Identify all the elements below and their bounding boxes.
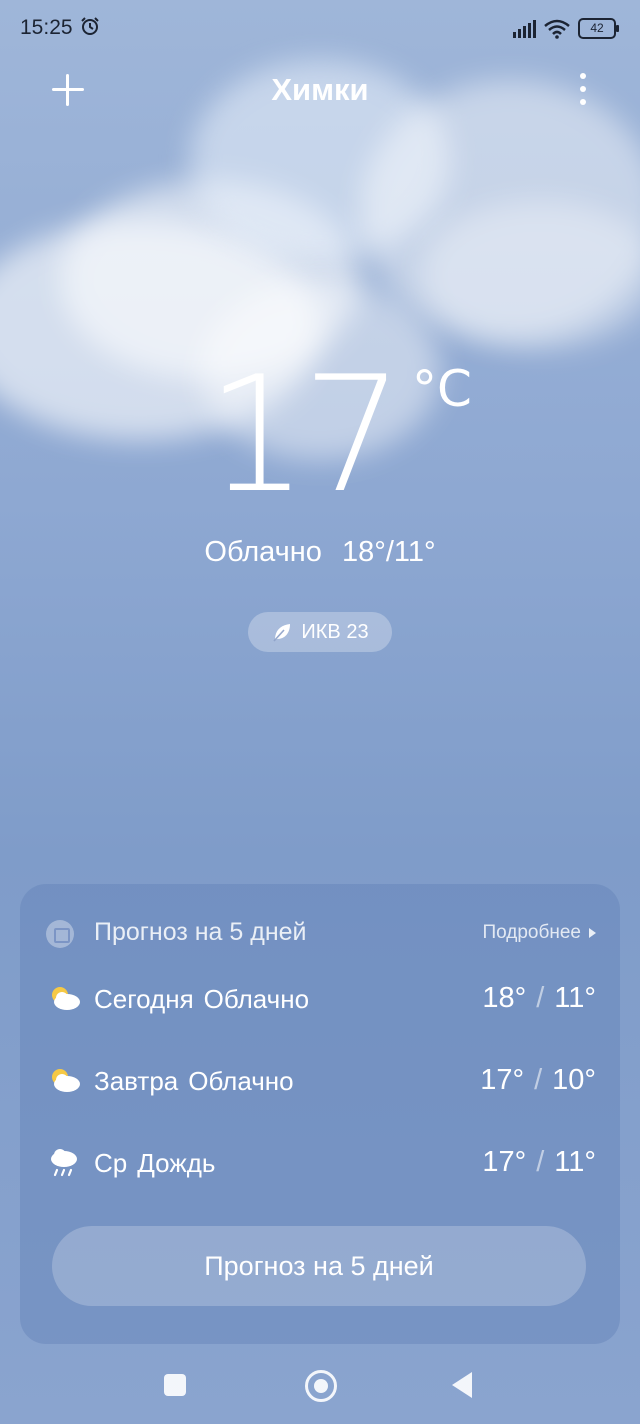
chevron-right-icon: [589, 927, 596, 938]
forecast-condition: Облачно: [188, 1066, 294, 1096]
forecast-high: 18°: [482, 982, 527, 1014]
current-condition-line: Облачно 18°/11°: [0, 536, 640, 569]
navigation-bar: [0, 1364, 640, 1408]
status-time: 15:25: [20, 16, 73, 39]
air-quality-label: ИКВ 23: [301, 620, 369, 643]
weather-screen: 15:25 42 Химки 17 °C Облачно 18°/11° ИКВ…: [0, 0, 640, 1424]
alarm-icon: [81, 17, 99, 35]
rain-icon: [51, 1149, 77, 1177]
forecast-condition: Дождь: [137, 1148, 216, 1178]
forecast-day: Ср: [94, 1148, 128, 1178]
forecast-temperatures: 17° / 10°: [480, 1064, 596, 1097]
recent-apps-button[interactable]: [164, 1374, 186, 1396]
battery-indicator: 42: [578, 18, 619, 39]
current-temperature-block: 17: [0, 340, 640, 530]
forecast-low: 10°: [552, 1064, 596, 1096]
air-quality-badge[interactable]: ИКВ 23: [248, 612, 392, 652]
forecast-high: 17°: [482, 1146, 527, 1178]
forecast-row[interactable]: Сегодня Облачно 18° / 11°: [46, 980, 596, 1020]
forecast-header: Прогноз на 5 дней Подробнее: [46, 918, 596, 948]
forecast-temperatures: 18° / 11°: [482, 982, 596, 1015]
forecast-details-link[interactable]: Подробнее: [482, 922, 596, 944]
current-temperature: 17: [206, 341, 404, 528]
wifi-icon: [544, 19, 570, 39]
five-day-forecast-button[interactable]: Прогноз на 5 дней: [52, 1226, 586, 1306]
back-button[interactable]: [452, 1372, 472, 1398]
more-dot-icon: [580, 99, 586, 105]
forecast-day-label: Ср Дождь: [94, 1148, 215, 1179]
calendar-icon: [46, 920, 74, 948]
city-title: Химки: [271, 72, 369, 107]
forecast-day: Завтра: [94, 1066, 179, 1096]
forecast-condition: Облачно: [203, 984, 310, 1014]
forecast-title: Прогноз на 5 дней: [94, 918, 307, 946]
forecast-temperatures: 17° / 11°: [482, 1146, 596, 1179]
signal-icon: [513, 19, 536, 38]
leaf-icon: [273, 624, 291, 642]
forecast-row[interactable]: Завтра Облачно 17° / 10°: [46, 1062, 596, 1102]
current-high-low: 18°/11°: [341, 536, 436, 568]
temperature-unit: °C: [412, 360, 472, 418]
status-indicators: 42: [513, 18, 619, 39]
forecast-separator: /: [536, 982, 545, 1014]
more-dot-icon: [580, 86, 586, 92]
forecast-low: 11°: [554, 1146, 596, 1178]
more-options-button[interactable]: [578, 73, 588, 105]
forecast-card: Прогноз на 5 дней Подробнее Сегодня Облач…: [20, 884, 620, 1344]
forecast-day: Сегодня: [94, 984, 194, 1014]
forecast-high: 17°: [480, 1064, 525, 1096]
more-dot-icon: [580, 73, 586, 79]
forecast-separator: /: [536, 1146, 545, 1178]
forecast-low: 11°: [554, 982, 596, 1014]
forecast-day-label: Сегодня Облачно: [94, 984, 309, 1015]
status-bar: 15:25 42: [0, 0, 640, 58]
home-button[interactable]: [305, 1370, 337, 1402]
partly-cloudy-icon: [52, 1069, 80, 1092]
current-condition: Облачно: [204, 536, 322, 568]
forecast-details-label: Подробнее: [482, 922, 581, 943]
partly-cloudy-icon: [52, 987, 80, 1010]
forecast-row[interactable]: Ср Дождь 17° / 11°: [46, 1144, 596, 1184]
forecast-separator: /: [534, 1064, 543, 1096]
forecast-day-label: Завтра Облачно: [94, 1066, 294, 1097]
